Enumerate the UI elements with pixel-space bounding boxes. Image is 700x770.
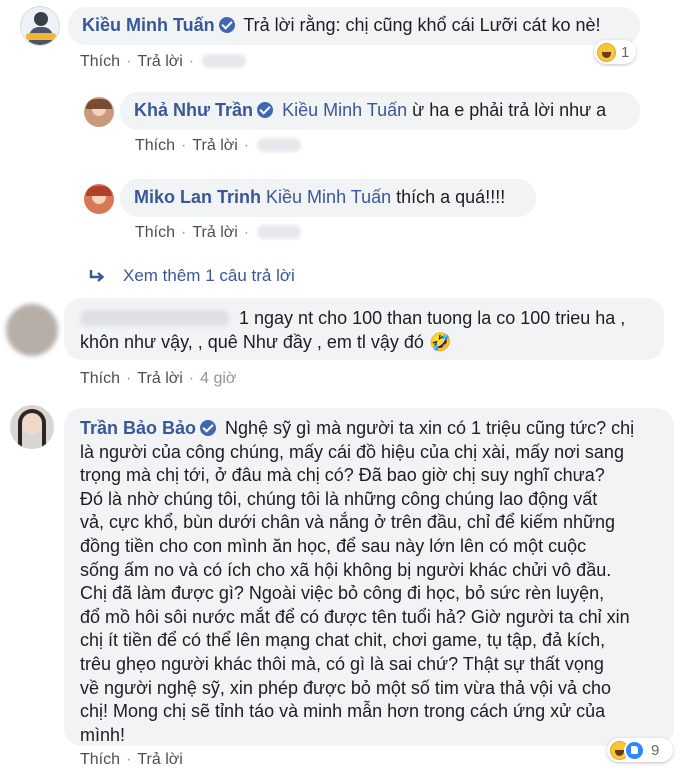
like-button[interactable]: Thích: [80, 370, 120, 387]
timestamp: [257, 138, 302, 152]
reply-bubble: Miko Lan Trinh Kiều Minh Tuấn thích a qu…: [120, 179, 536, 217]
like-button[interactable]: Thích: [135, 224, 175, 241]
comment-actions: Thích · Trả lời ·: [80, 53, 247, 71]
comment-text-line: khôn như vậy, , quê Như đầy , em tl vậy …: [80, 331, 452, 352]
reply-button[interactable]: Trả lời: [137, 751, 182, 768]
comment-text-line: trêu ghẹo người khác thôi mà, có gì là s…: [80, 653, 604, 674]
reaction-count: 1: [621, 43, 630, 61]
avatar[interactable]: [84, 184, 114, 214]
haha-icon: [597, 42, 616, 62]
reaction-count: 9: [651, 741, 660, 759]
comment-text-line: trọng mà chị tới, ở đâu mà chị có? Đã ba…: [80, 465, 605, 486]
comment-text-line: Nghệ sỹ gì mà người ta xin có 1 triệu cũ…: [225, 418, 635, 438]
comment-text-line: về người nghệ sỹ, xin phép được bỏ một s…: [80, 677, 612, 698]
comment-text-line: mình!: [80, 724, 126, 745]
comment-text-line: 1 ngay nt cho 100 than tuong la co 100 t…: [239, 308, 626, 328]
reply-arrow-icon: [89, 270, 105, 282]
comment-actions: Thích · Trả lời: [80, 751, 183, 768]
reply-button[interactable]: Trả lời: [137, 370, 182, 387]
comment-text-line: vả, cực khổ, bùn dưới chân và nắng ở trê…: [80, 512, 616, 533]
comment-bubble: Trần Bảo Bảo Nghệ sỹ gì mà người ta xin …: [64, 408, 674, 746]
view-more-replies-link[interactable]: Xem thêm 1 câu trả lời: [88, 266, 295, 286]
mention-link[interactable]: Kiều Minh Tuấn: [266, 187, 391, 207]
comment-text-line: chị! Mong chị sẽ tỉnh táo và minh mẫn hơ…: [80, 701, 606, 722]
reply-bubble: Khả Như Trần Kiều Minh Tuấn ừ ha e phải …: [120, 92, 640, 130]
reply-button[interactable]: Trả lời: [192, 224, 237, 241]
like-button[interactable]: Thích: [80, 751, 120, 768]
comment-actions: Thích · Trả lời ·: [135, 224, 302, 242]
comment-text-line: đồng tiền cho con mình ăn học, để sau nà…: [80, 535, 587, 556]
comment-text-line: chị ít tiền để có thể lên mạng chat chit…: [80, 630, 606, 651]
comment-actions: Thích · Trả lời ·: [135, 137, 302, 155]
comment-actions: Thích · Trả lời · 4 giờ: [80, 370, 237, 387]
like-icon: [624, 739, 645, 761]
view-more-replies-label: Xem thêm 1 câu trả lời: [123, 266, 295, 285]
comment-text-line: sống ấm no và có ích cho xã hội không bị…: [80, 559, 612, 580]
verified-badge-icon: [218, 17, 235, 33]
avatar[interactable]: [6, 304, 58, 356]
mention-link[interactable]: Kiều Minh Tuấn: [282, 100, 407, 120]
like-button[interactable]: Thích: [80, 53, 120, 70]
comment-author[interactable]: Khả Như Trần: [134, 100, 253, 120]
comment-text-line: đổ mồ hôi sôi nước mắt để có được tên tu…: [80, 606, 630, 627]
timestamp: 4 giờ: [200, 370, 237, 387]
comment-text: thích a quá!!!!: [396, 187, 506, 207]
comment-text: Trả lời rằng: chị cũng khổ cái Lưỡi cát …: [243, 15, 601, 35]
comment-author[interactable]: Trần Bảo Bảo: [80, 418, 196, 438]
comment-text-line: Đó là nhờ chúng tôi, chúng tôi là những …: [80, 488, 598, 509]
comment-author[interactable]: Kiều Minh Tuấn: [82, 15, 215, 35]
reply-button[interactable]: Trả lời: [192, 137, 237, 154]
timestamp: [202, 54, 247, 68]
reaction-summary[interactable]: 1: [594, 40, 636, 64]
comment-text: ừ ha e phải trả lời như a: [412, 100, 607, 120]
comment-bubble: Kiều Minh Tuấn Trả lời rằng: chị cũng kh…: [68, 7, 640, 45]
comment-text-line: là người của công chúng, mấy cái đồ hiệu…: [80, 441, 624, 462]
avatar[interactable]: [20, 6, 60, 46]
verified-badge-icon: [257, 102, 274, 118]
avatar[interactable]: [10, 405, 54, 449]
reply-button[interactable]: Trả lời: [137, 53, 182, 70]
comment-text-line: Chị đã làm được gì? Ngoài việc bỏ công đ…: [80, 583, 605, 604]
verified-badge-icon: [200, 420, 217, 436]
comment-author-hidden: [80, 310, 230, 326]
avatar[interactable]: [84, 97, 114, 127]
timestamp: [257, 225, 302, 239]
comment-author[interactable]: Miko Lan Trinh: [134, 187, 261, 207]
like-button[interactable]: Thích: [135, 137, 175, 154]
reaction-summary[interactable]: 9: [607, 738, 673, 762]
comment-bubble: 1 ngay nt cho 100 than tuong la co 100 t…: [64, 298, 664, 360]
